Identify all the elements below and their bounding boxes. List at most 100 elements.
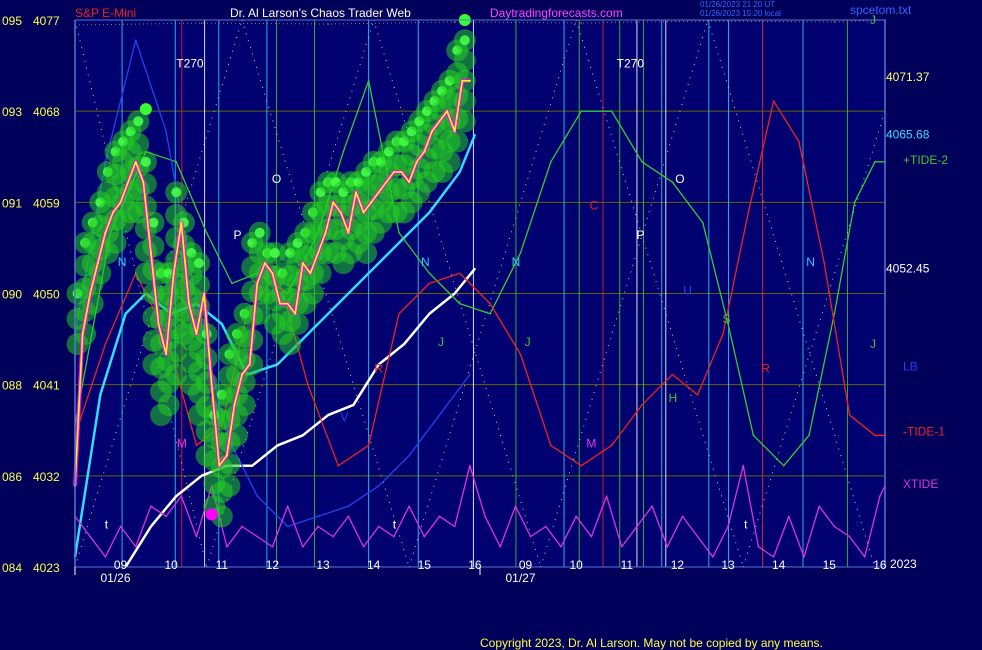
series-point xyxy=(671,181,674,183)
y-tick-label: 4041 xyxy=(33,379,60,393)
chart-annotation: R xyxy=(761,362,770,376)
y-tick-label: 4032 xyxy=(33,470,60,484)
chart-annotation: N xyxy=(512,255,521,269)
price-point xyxy=(385,181,388,184)
series-point xyxy=(641,161,643,163)
price-point xyxy=(180,221,183,224)
chart-title: Dr. Al Larson's Chaos Trader Web xyxy=(230,6,411,20)
series-point xyxy=(848,414,851,416)
series-point xyxy=(823,262,826,264)
series-point xyxy=(803,556,805,558)
series-point xyxy=(752,434,755,437)
y-tick-label: 4050 xyxy=(33,288,60,302)
x-tick-label: 11 xyxy=(621,558,634,572)
series-point xyxy=(438,414,441,416)
series-point xyxy=(408,454,410,457)
series-point xyxy=(337,302,340,305)
series-point xyxy=(438,515,441,518)
chart-annotation: J xyxy=(438,335,444,349)
price-point xyxy=(415,160,418,163)
price-point xyxy=(149,251,152,254)
right-axis-label: J xyxy=(870,337,876,351)
series-point xyxy=(575,515,577,518)
series-point xyxy=(499,545,502,548)
series-point xyxy=(195,444,198,447)
right-axis-label: -TIDE-1 xyxy=(903,424,945,438)
x-tick-label: 12 xyxy=(671,558,685,572)
price-point xyxy=(324,231,327,234)
price-point xyxy=(354,191,357,194)
price-bubble xyxy=(142,235,165,258)
series-point xyxy=(276,363,279,366)
price-bubble xyxy=(218,474,241,497)
series-point xyxy=(327,23,329,25)
x-tick-label: 11 xyxy=(216,558,229,572)
price-point xyxy=(446,110,449,113)
bubble-high-marker xyxy=(269,247,280,258)
series-point xyxy=(833,525,836,528)
chart-annotation: R xyxy=(374,362,383,376)
series-point xyxy=(458,171,461,173)
series-point xyxy=(302,545,304,548)
right-axis-label: +TIDE-2 xyxy=(903,153,948,167)
series-point xyxy=(226,545,228,548)
chart-annotation: O xyxy=(675,172,684,186)
series-point xyxy=(302,434,304,437)
series-point xyxy=(398,312,400,315)
series-point xyxy=(453,525,456,528)
series-point xyxy=(393,535,395,538)
price-point xyxy=(400,170,403,173)
series-point xyxy=(317,515,319,518)
x-tick-label: 12 xyxy=(266,558,280,572)
price-point xyxy=(301,262,304,265)
copyright: Copyright 2023, Dr. Al Larson. May not b… xyxy=(480,636,823,650)
price-point xyxy=(423,150,426,153)
series-point xyxy=(853,201,856,204)
price-point xyxy=(256,282,259,285)
series-point xyxy=(377,485,380,487)
series-point xyxy=(347,505,350,508)
price-point xyxy=(172,272,175,275)
series-point xyxy=(271,545,274,548)
series-point xyxy=(352,404,355,406)
series-point xyxy=(307,383,309,386)
price-point xyxy=(263,262,266,265)
series-point xyxy=(696,393,699,396)
series-point xyxy=(286,525,289,528)
price-point xyxy=(461,79,464,82)
price-point xyxy=(317,251,319,254)
y-tick-label: 4023 xyxy=(33,561,60,575)
series-point xyxy=(560,545,562,548)
series-point xyxy=(367,272,370,275)
chart-annotation: T270 xyxy=(176,57,204,71)
symbol-label: S&P E-Mini xyxy=(75,6,136,20)
site-link[interactable]: Daytradingforecasts.com xyxy=(490,6,623,20)
series-point xyxy=(317,525,319,528)
series-point xyxy=(757,545,760,548)
bubble-high-marker xyxy=(133,116,144,127)
right-axis-label: 4071.37 xyxy=(886,70,930,84)
series-point xyxy=(347,515,350,518)
chart-annotation: M xyxy=(177,436,187,450)
price-point xyxy=(81,333,84,336)
series-point xyxy=(550,444,552,447)
price-point xyxy=(248,363,251,366)
price-bubble xyxy=(279,333,302,356)
series-point xyxy=(276,444,279,447)
price-point xyxy=(195,333,198,336)
series-point xyxy=(134,545,137,548)
series-point xyxy=(342,150,345,153)
series-point xyxy=(722,333,724,335)
series-point xyxy=(782,464,785,467)
series-point xyxy=(605,495,608,497)
series-point xyxy=(863,556,866,558)
series-point xyxy=(398,242,400,244)
series-point xyxy=(408,505,410,508)
series-point xyxy=(874,161,876,163)
series-point xyxy=(362,545,365,548)
price-bubble xyxy=(446,130,469,153)
x-tick-label: 10 xyxy=(165,558,179,572)
chart-annotation: N xyxy=(421,255,430,269)
series-point xyxy=(681,515,684,518)
right-axis-label: 4065.68 xyxy=(886,128,930,142)
